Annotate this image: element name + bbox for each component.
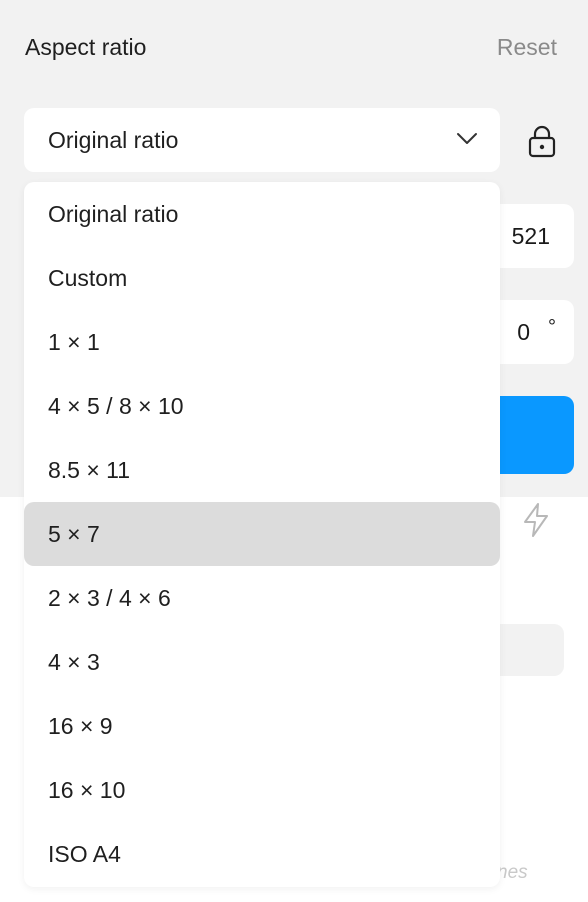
width-value: 521 xyxy=(511,223,550,249)
dropdown-option[interactable]: 4 × 5 / 8 × 10 xyxy=(24,374,500,438)
chevron-down-icon xyxy=(456,132,478,151)
rotation-unit: ° xyxy=(548,316,556,338)
panel-title: Aspect ratio xyxy=(25,34,147,60)
dropdown-option[interactable]: ISO A4 xyxy=(24,822,500,886)
input-field[interactable] xyxy=(500,624,564,676)
dropdown-option[interactable]: 1 × 1 xyxy=(24,310,500,374)
dropdown-option[interactable]: 4 × 3 xyxy=(24,630,500,694)
dropdown-option[interactable]: 16 × 9 xyxy=(24,694,500,758)
aspect-ratio-select-value: Original ratio xyxy=(48,127,179,153)
lightning-icon[interactable] xyxy=(520,502,552,543)
width-field[interactable]: 521 xyxy=(488,204,574,268)
dropdown-option[interactable]: 2 × 3 / 4 × 6 xyxy=(24,566,500,630)
lock-icon[interactable] xyxy=(526,124,558,163)
reset-button[interactable]: Reset xyxy=(497,34,557,61)
rotation-value: 0 xyxy=(517,319,530,345)
aspect-ratio-select[interactable]: Original ratio xyxy=(24,108,500,172)
options-card xyxy=(500,563,568,902)
dropdown-option[interactable]: 5 × 7 xyxy=(24,502,500,566)
aspect-ratio-dropdown: Original ratio Custom 1 × 14 × 5 / 8 × 10 8… xyxy=(24,182,500,887)
hint-text: nes xyxy=(497,862,528,883)
dropdown-option[interactable]: Custom xyxy=(24,246,500,310)
rotation-field[interactable]: 0 ° xyxy=(488,300,574,364)
dropdown-option[interactable]: Original ratio xyxy=(24,182,500,246)
dropdown-option[interactable]: 16 × 10 xyxy=(24,758,500,822)
apply-button[interactable] xyxy=(488,396,574,474)
dropdown-option[interactable]: 8.5 × 11 xyxy=(24,438,500,502)
